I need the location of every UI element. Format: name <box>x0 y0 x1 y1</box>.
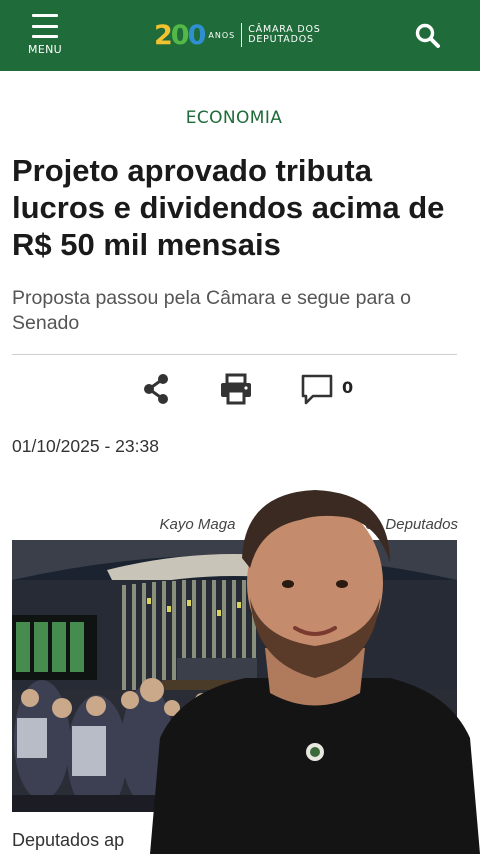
article-subtitle: Proposta passou pela Câmara e segue para… <box>12 287 411 334</box>
share-icon <box>144 374 168 404</box>
photo-caption: Deputados ap <box>12 830 125 850</box>
site-header: MENU 200 ANOS CÂMARA DOS DEPUTADOS <box>0 0 480 71</box>
share-button[interactable] <box>141 373 171 405</box>
search-button[interactable] <box>414 22 442 50</box>
hamburger-icon <box>32 14 58 38</box>
comment-count: 0 <box>342 378 354 397</box>
page-title: Projeto aprovado tributa lucros e divide… <box>12 153 445 262</box>
article-actions: 0 <box>0 372 480 408</box>
menu-label: MENU <box>28 43 62 56</box>
comment-icon <box>301 374 333 405</box>
search-icon <box>415 23 440 48</box>
logo-200-anos: 200 <box>154 19 206 51</box>
logo-divider <box>241 23 243 47</box>
logo-anos-text: ANOS <box>208 30 236 40</box>
print-icon <box>221 373 251 405</box>
camara-logo[interactable]: 200 ANOS CÂMARA DOS DEPUTADOS <box>154 19 321 51</box>
section-label[interactable]: ECONOMIA <box>0 108 468 128</box>
print-button[interactable] <box>219 373 253 405</box>
presenter-overlay <box>150 488 480 854</box>
presenter-figure <box>150 490 480 854</box>
publish-date: 01/10/2025 - 23:38 <box>12 436 159 456</box>
menu-button[interactable]: MENU <box>22 12 68 60</box>
divider <box>12 354 457 355</box>
logo-camara-text: CÂMARA DOS DEPUTADOS <box>248 24 321 45</box>
comments-button[interactable]: 0 <box>300 372 360 406</box>
